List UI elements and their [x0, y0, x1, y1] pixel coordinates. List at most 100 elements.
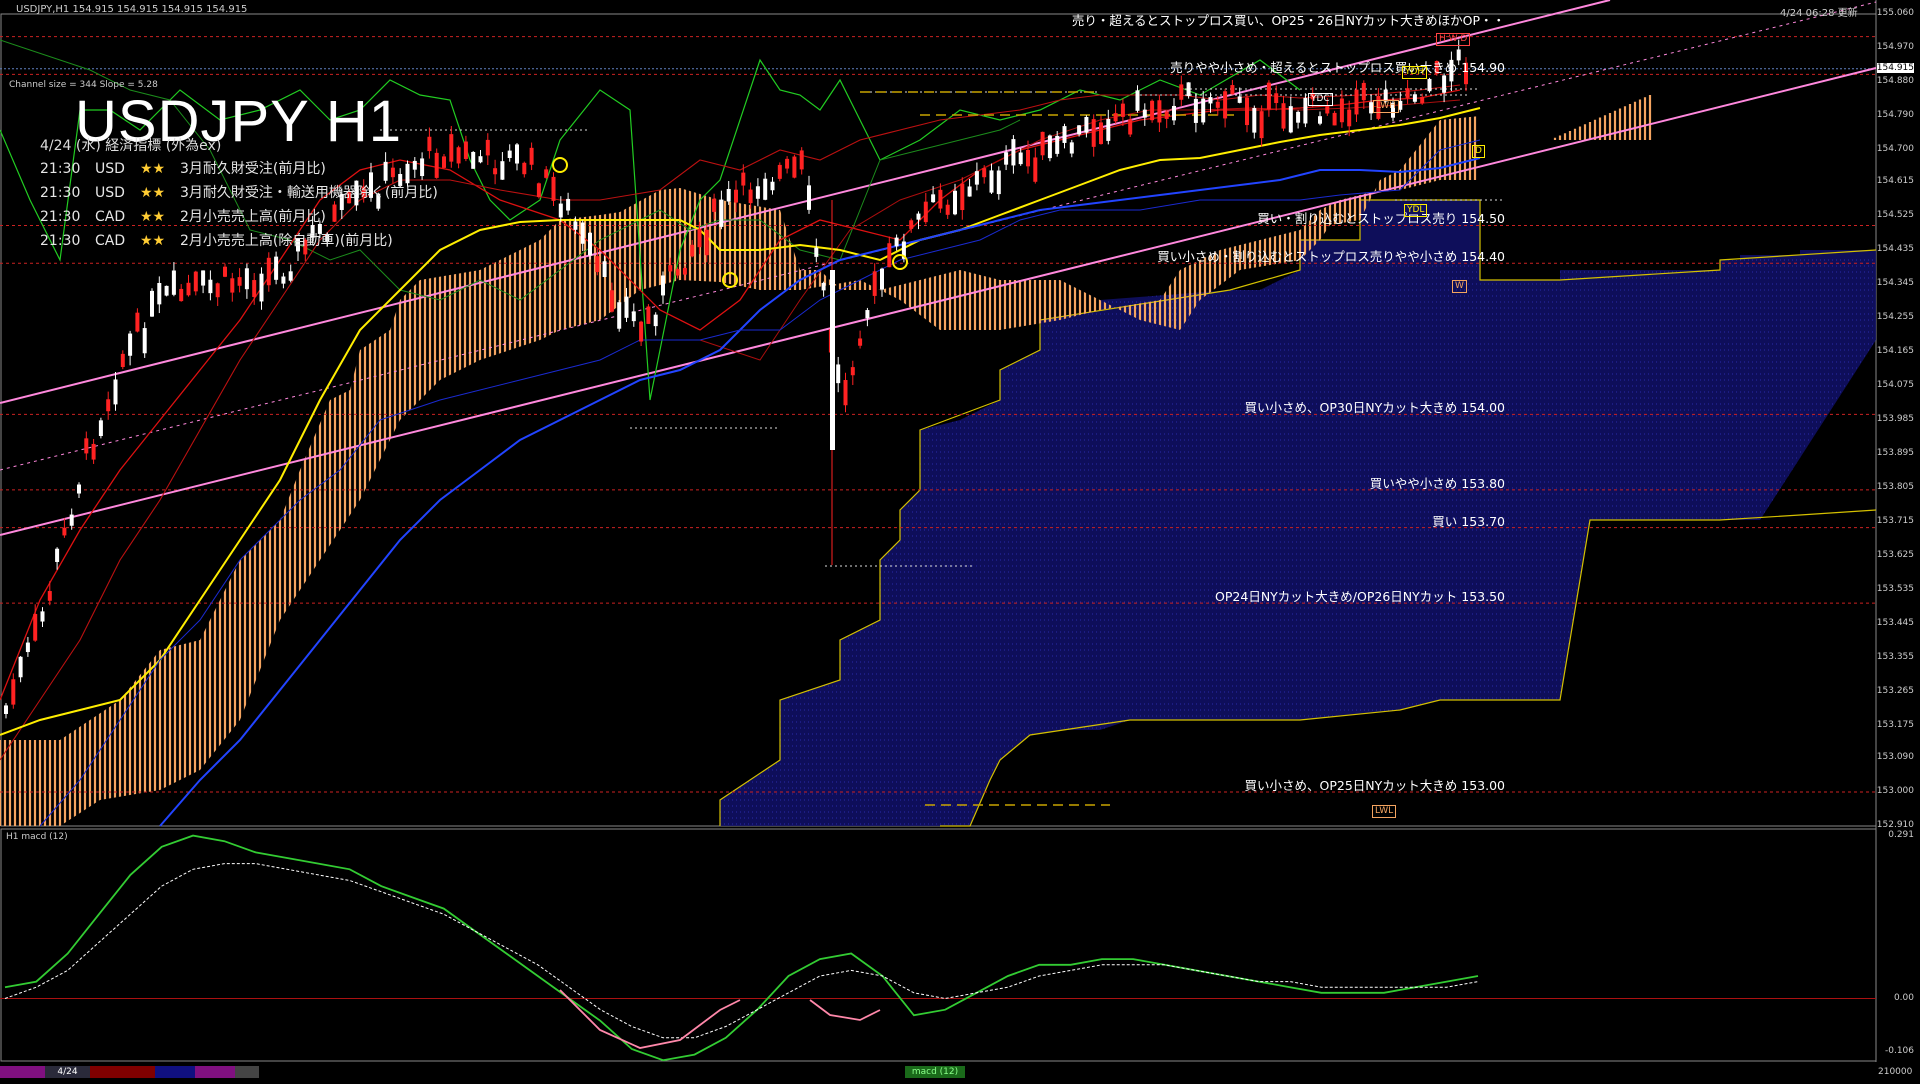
price-tick: 153.625	[1876, 549, 1914, 560]
level-label: 買い小さめ、OP30日NYカット大きめ 154.00	[1244, 400, 1505, 416]
spike-body	[830, 270, 835, 450]
price-tick: 154.700	[1876, 143, 1914, 154]
level-label: 買い 153.70	[1432, 513, 1505, 529]
chart-window[interactable]: USDJPY,H1 154.915 154.915 154.915 154.91…	[0, 0, 1920, 1080]
candle-body	[1339, 98, 1344, 123]
level-label: 売りやや小さめ・超えるとストップロス買い大きめ 154.90	[1170, 60, 1505, 76]
badge-d: D	[1472, 145, 1485, 158]
candle-body	[405, 163, 410, 184]
candle-body	[580, 222, 585, 244]
candle-body	[135, 312, 140, 332]
candle-body	[442, 156, 446, 168]
candle-body	[1113, 113, 1118, 122]
price-tick: 153.175	[1876, 719, 1914, 730]
candle-body	[11, 679, 16, 705]
candle-body	[807, 185, 811, 210]
candle-body	[865, 310, 870, 319]
candle-body	[909, 220, 914, 229]
candle-body	[544, 169, 549, 178]
candle-body	[1150, 100, 1155, 121]
bottom-bar: 4/24 macd (12) 210000	[0, 1064, 1920, 1080]
candle-body	[1077, 125, 1082, 135]
price-tick: 153.535	[1876, 583, 1914, 594]
candle-body	[945, 204, 950, 215]
candle-body	[33, 613, 38, 641]
macd-frame	[0, 828, 1877, 1062]
candle-body	[1099, 122, 1103, 145]
candle-body	[1442, 75, 1447, 93]
candle-body	[624, 296, 629, 318]
candle-body	[1420, 96, 1425, 104]
candle-body	[215, 283, 220, 298]
candle-body	[880, 268, 884, 290]
candle-body	[551, 176, 556, 201]
candle-body	[171, 270, 176, 295]
candle-body	[1325, 106, 1330, 114]
price-tick: 154.790	[1876, 109, 1914, 120]
candle-body	[150, 290, 154, 317]
candle-body	[1091, 119, 1096, 147]
candle-body	[1245, 97, 1249, 126]
event-stars: ★★	[140, 233, 166, 249]
candle-body	[266, 257, 271, 286]
event-time: 21:30	[40, 209, 81, 225]
candle-body	[390, 167, 395, 178]
candle-body	[434, 152, 439, 178]
candle-body	[974, 171, 979, 185]
candle-body	[281, 276, 286, 284]
candle-body	[741, 172, 746, 186]
candle-body	[1026, 149, 1030, 167]
candle-body	[1201, 98, 1206, 123]
candle-body	[427, 136, 432, 152]
candle-body	[1055, 135, 1060, 154]
price-tick: 153.805	[1876, 481, 1914, 492]
candle-body	[193, 271, 198, 292]
price-tick: 154.615	[1876, 176, 1914, 187]
candle-body	[938, 189, 943, 209]
candle-body	[25, 642, 30, 653]
candle-body	[62, 527, 67, 536]
candle-body	[1318, 116, 1322, 124]
candle-body	[230, 278, 235, 293]
event-currency: USD	[95, 161, 125, 177]
candle-body	[252, 280, 257, 298]
candle-body	[55, 548, 60, 562]
event-time: 21:30	[40, 233, 81, 249]
candle-body	[1164, 111, 1169, 119]
event-time: 21:30	[40, 185, 81, 201]
event-name: 2月小売売上高(除自動車)(前月比)	[180, 233, 393, 249]
candle-body	[208, 279, 213, 294]
candle-body	[1135, 90, 1140, 111]
candle-body	[675, 269, 680, 276]
candle-body	[704, 229, 709, 256]
period-block	[235, 1066, 259, 1078]
candle-body	[799, 150, 804, 170]
badge-lwl: LWL	[1372, 805, 1397, 818]
candle-body	[1004, 152, 1009, 165]
price-tick: 154.525	[1876, 210, 1914, 221]
candle-body	[814, 247, 819, 257]
candle-body	[1252, 108, 1257, 133]
events-title: 4/24 (水) 経済指標 (外為ex)	[40, 138, 222, 154]
macd-tag[interactable]: macd (12)	[905, 1066, 965, 1078]
macd-negative-2	[809, 999, 881, 1021]
candle-body	[1215, 101, 1220, 108]
event-time: 21:30	[40, 161, 81, 177]
candle-body	[529, 147, 534, 165]
date-tab[interactable]: 4/24	[45, 1066, 90, 1078]
candle-body	[1040, 131, 1045, 156]
candle-body	[288, 271, 293, 281]
candle-body	[668, 265, 673, 272]
price-tick: 155.060	[1876, 8, 1914, 18]
candle-body	[872, 271, 877, 296]
candle-body	[1347, 109, 1352, 127]
macd-series-macd	[4, 834, 1479, 1062]
candle-body	[1069, 142, 1074, 154]
candle-body	[1047, 135, 1052, 159]
candle-body	[1230, 85, 1235, 95]
badge-ydc: YDC	[1308, 93, 1333, 106]
candle-body	[1281, 103, 1286, 129]
candle-body	[1405, 88, 1410, 98]
candle-body	[4, 705, 8, 714]
macd-series-signal	[4, 863, 1479, 1039]
